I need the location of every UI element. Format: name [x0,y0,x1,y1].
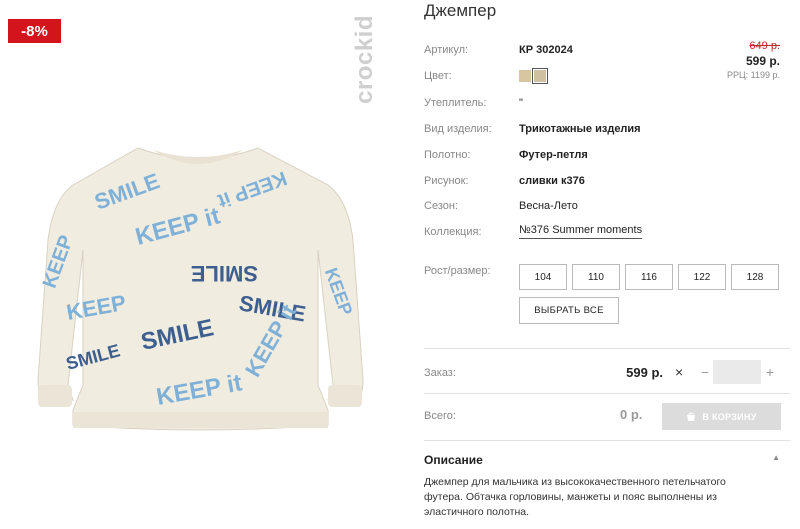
color-label: Цвет: [424,70,452,82]
size-button-104[interactable]: 104 [519,264,567,290]
season-label: Сезон: [424,200,458,212]
article-label: Артикул: [424,44,469,56]
current-price: 599 р. [745,54,780,68]
discount-text: -8% [21,22,48,40]
divider [424,440,790,441]
old-price: 649 р. [749,40,780,52]
article-value: КР 302024 [519,44,573,56]
total-value: 0 р. [620,407,643,422]
size-button-110[interactable]: 110 [572,264,620,290]
product-photo: SMILE KEEP it KEEP it SMILE KEEP SMILE S… [37,147,364,431]
product-title: Джемпер [424,1,497,20]
divider [424,393,790,394]
season-value: Весна-Лето [519,200,578,212]
select-all-sizes-button[interactable]: ВЫБРАТЬ ВСЕ [519,297,619,324]
cart-icon [687,412,696,421]
times-icon: × [675,364,684,380]
decrease-quantity-button[interactable]: − [699,362,711,382]
description-title[interactable]: Описание [424,453,483,467]
pattern-value: сливки к376 [519,175,585,187]
fabric-value: Футер-петля [519,149,588,161]
order-price: 599 р. [626,365,663,380]
size-button-122[interactable]: 122 [678,264,726,290]
brand-logo-text: crockid [351,15,378,104]
insulation-value: " [519,97,523,109]
insulation-label: Утеплитель: [424,97,487,109]
pattern-label: Рисунок: [424,175,469,187]
order-label: Заказ: [424,367,456,379]
color-swatch-2-selected[interactable] [532,68,548,84]
product-info: Джемпер Артикул: КР 302024 649 р. 599 р.… [424,0,790,529]
type-value: Трикотажные изделия [519,123,641,135]
total-label: Всего: [424,410,456,422]
collapse-caret-icon[interactable]: ▲ [772,453,780,462]
add-to-cart-label: В КОРЗИНУ [702,411,757,422]
size-label: Рост/размер: [424,265,491,277]
discount-badge: -8% [8,19,61,43]
description-text: Джемпер для мальчика из высококачественн… [424,476,726,518]
color-swatch-1[interactable] [519,70,531,82]
quantity-input[interactable] [713,360,761,384]
increase-quantity-button[interactable]: + [763,362,777,382]
size-button-128[interactable]: 128 [731,264,779,290]
add-to-cart-button[interactable]: В КОРЗИНУ [662,403,781,430]
type-label: Вид изделия: [424,123,492,135]
fabric-label: Полотно: [424,149,471,161]
size-button-116[interactable]: 116 [625,264,673,290]
product-image-area: -8% crockid SMILE KEEP it KEEP it SMILE … [8,0,384,529]
divider [424,348,790,349]
collection-label: Коллекция: [424,226,482,238]
svg-text:SMILE: SMILE [191,261,258,286]
collection-link[interactable]: №376 Summer moments [519,224,643,239]
rrp-price: РРЦ: 1199 р. [726,70,780,80]
